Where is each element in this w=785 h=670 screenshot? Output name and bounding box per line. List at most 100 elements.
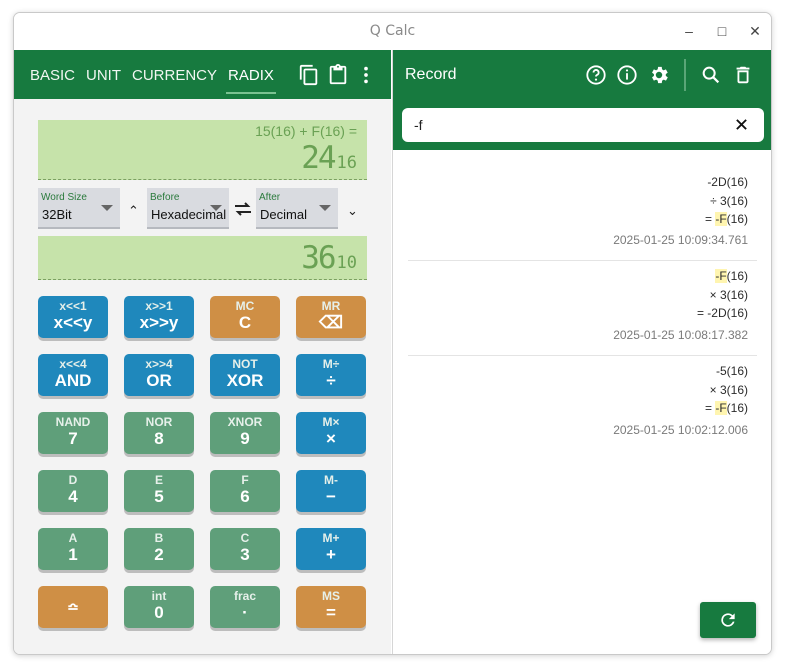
key-primary: 2	[154, 545, 164, 564]
record-entry[interactable]: -F(16) × 3(16) = -2D(16)	[697, 267, 748, 323]
key-clear[interactable]: MC C	[210, 296, 280, 338]
key-shift[interactable]: ≏	[38, 586, 108, 628]
calculator-panel: BASIC UNIT CURRENCY RADIX 15(16) + F(16)…	[14, 50, 391, 654]
key-0[interactable]: int 0	[124, 586, 194, 628]
gear-icon[interactable]	[648, 64, 670, 86]
key-secondary: B	[154, 531, 164, 545]
record-line: × 3(16)	[709, 287, 748, 302]
tab-basic[interactable]: BASIC	[30, 50, 75, 94]
key-secondary: M+	[322, 531, 340, 545]
key-3[interactable]: C3	[210, 528, 280, 570]
maximize-icon[interactable]: □	[712, 21, 732, 41]
search-input[interactable]: -f	[414, 117, 423, 133]
double-up-icon[interactable]: ⌃	[128, 203, 139, 219]
key-secondary: x>>1	[145, 299, 173, 313]
key-primary: C	[238, 313, 252, 332]
chevron-down-icon	[319, 205, 331, 211]
key-primary: −	[326, 487, 336, 506]
key-primary: =	[326, 603, 336, 622]
key-xor[interactable]: NOT XOR	[210, 354, 280, 396]
tab-currency[interactable]: CURRENCY	[132, 50, 217, 94]
clear-search-icon[interactable]	[735, 118, 748, 131]
tab-radix[interactable]: RADIX	[226, 50, 276, 94]
key-backspace[interactable]: MR ⌫	[296, 296, 366, 338]
key-1[interactable]: A1	[38, 528, 108, 570]
paste-icon[interactable]	[327, 64, 349, 86]
record-line: -F(16)	[697, 267, 748, 286]
key-primary: 1	[68, 545, 78, 564]
app-window: Q Calc – □ ✕ BASIC UNIT CURRENCY RADIX 1…	[13, 12, 772, 655]
search-icon[interactable]	[700, 64, 722, 86]
key-decimal[interactable]: frac ·	[210, 586, 280, 628]
record-timestamp: 2025-01-25 10:09:34.761	[613, 233, 748, 247]
key-secondary: C	[240, 531, 250, 545]
key-primary: 4	[68, 487, 78, 506]
record-line: = -2D(16)	[696, 306, 748, 320]
record-entry[interactable]: -5(16) × 3(16) = -F(16)	[705, 362, 748, 418]
key-primary: AND	[54, 371, 92, 390]
key-secondary: A	[68, 531, 78, 545]
refresh-button[interactable]	[700, 602, 756, 638]
copy-icon[interactable]	[298, 64, 320, 86]
record-text: (16)	[726, 212, 748, 226]
mode-tabs: BASIC UNIT CURRENCY RADIX	[30, 50, 287, 99]
input-value: 24 16	[301, 140, 357, 176]
more-vert-icon[interactable]	[355, 64, 377, 86]
key-7[interactable]: NAND 7	[38, 412, 108, 454]
key-9[interactable]: XNOR 9	[210, 412, 280, 454]
key-secondary: MS	[322, 589, 340, 603]
word-size-select[interactable]: Word Size 32Bit	[38, 188, 120, 229]
record-entry[interactable]: -2D(16) ÷ 3(16) = -F(16)	[705, 173, 748, 229]
key-equals[interactable]: MS =	[296, 586, 366, 628]
key-secondary: NAND	[55, 415, 91, 429]
key-5[interactable]: E5	[124, 470, 194, 512]
key-primary: ·	[242, 603, 248, 622]
before-base-select[interactable]: Before Hexadecimal	[147, 188, 229, 229]
after-base-select[interactable]: After Decimal	[256, 188, 338, 229]
key-secondary: XNOR	[227, 415, 263, 429]
record-panel: Record -f -2D(16) ÷ 3(16) = -F(16) 2025-…	[392, 50, 771, 654]
key-primary: 6	[240, 487, 250, 506]
key-2[interactable]: B2	[124, 528, 194, 570]
key-minus[interactable]: M- −	[296, 470, 366, 512]
trash-icon[interactable]	[732, 64, 754, 86]
key-multiply[interactable]: M× ×	[296, 412, 366, 454]
key-secondary: MR	[321, 299, 341, 313]
key-secondary: frac	[233, 589, 256, 603]
close-icon[interactable]: ✕	[745, 21, 765, 41]
key-6[interactable]: F6	[210, 470, 280, 512]
input-number: 24	[301, 140, 336, 176]
key-primary: ÷	[326, 371, 336, 390]
key-primary: x<<y	[53, 313, 93, 332]
key-primary: 3	[240, 545, 250, 564]
record-title: Record	[405, 66, 457, 83]
record-text: =	[704, 212, 716, 226]
double-down-icon[interactable]: ⌄	[347, 203, 358, 219]
key-secondary: M-	[324, 473, 338, 487]
key-or[interactable]: x>>4 OR	[124, 354, 194, 396]
swap-icon[interactable]	[233, 201, 253, 217]
info-icon[interactable]	[616, 64, 638, 86]
minimize-icon[interactable]: –	[679, 21, 699, 41]
key-secondary: x<<4	[59, 357, 87, 371]
key-plus[interactable]: M+ +	[296, 528, 366, 570]
record-text: -2D(16)	[707, 175, 748, 189]
help-icon[interactable]	[585, 64, 607, 86]
key-8[interactable]: NOR 8	[124, 412, 194, 454]
key-primary: +	[326, 545, 336, 564]
output-base: 10	[336, 253, 357, 273]
search-highlight: -F	[715, 401, 727, 415]
output-value: 36 10	[301, 240, 357, 276]
key-and[interactable]: x<<4 AND	[38, 354, 108, 396]
key-shift-right[interactable]: x>>1 x>>y	[124, 296, 194, 338]
divider	[408, 260, 757, 261]
key-shift-left[interactable]: x<<1 x<<y	[38, 296, 108, 338]
key-divide[interactable]: M÷ ÷	[296, 354, 366, 396]
tab-unit[interactable]: UNIT	[86, 50, 121, 94]
key-primary: 8	[154, 429, 164, 448]
key-4[interactable]: D4	[38, 470, 108, 512]
refresh-icon	[721, 613, 735, 627]
divider	[408, 355, 757, 356]
before-label: Before	[150, 192, 180, 203]
search-field[interactable]: -f	[402, 108, 764, 142]
